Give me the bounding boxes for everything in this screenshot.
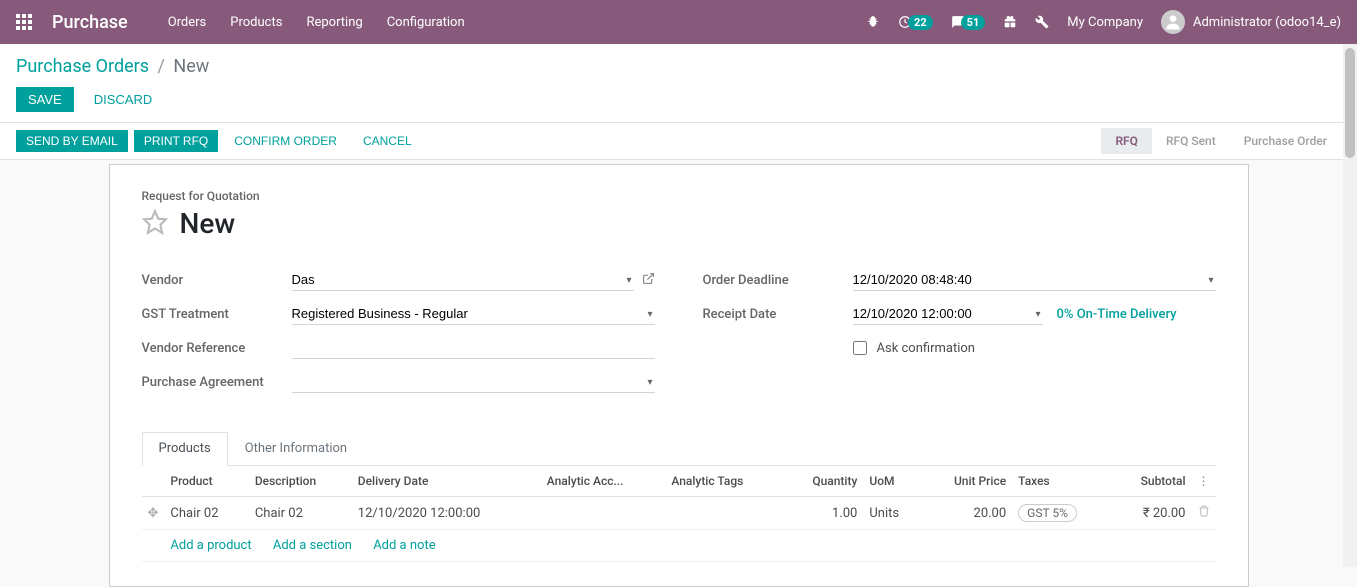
nav-configuration[interactable]: Configuration bbox=[387, 15, 465, 30]
discuss-icon[interactable]: 51 bbox=[951, 15, 986, 30]
col-description: Description bbox=[249, 466, 352, 497]
section-label: Request for Quotation bbox=[142, 189, 1216, 203]
tabs: Products Other Information bbox=[142, 432, 1216, 466]
cell-analytic-account[interactable] bbox=[541, 497, 666, 530]
breadcrumb: Purchase Orders / New bbox=[16, 56, 1341, 77]
cell-quantity[interactable]: 1.00 bbox=[783, 497, 863, 530]
priority-star-icon[interactable] bbox=[142, 209, 168, 239]
status-step-rfq-sent[interactable]: RFQ Sent bbox=[1152, 128, 1230, 154]
drag-handle-icon[interactable]: ✥ bbox=[142, 497, 165, 530]
col-analytic-tags: Analytic Tags bbox=[665, 466, 783, 497]
cell-unit-price[interactable]: 20.00 bbox=[922, 497, 1012, 530]
scrollbar-thumb[interactable] bbox=[1345, 48, 1355, 158]
add-section-link[interactable]: Add a section bbox=[273, 538, 352, 553]
discard-button[interactable]: Discard bbox=[82, 87, 165, 112]
add-note-link[interactable]: Add a note bbox=[373, 538, 435, 553]
vendor-reference-field[interactable] bbox=[292, 337, 655, 359]
order-lines-table: Product Description Delivery Date Analyt… bbox=[142, 466, 1216, 562]
tools-icon[interactable] bbox=[1035, 15, 1049, 29]
col-subtotal: Subtotal bbox=[1112, 466, 1192, 497]
tab-other-information[interactable]: Other Information bbox=[228, 432, 364, 465]
receipt-date-field[interactable] bbox=[853, 303, 1043, 325]
top-navbar: Purchase Orders Products Reporting Confi… bbox=[0, 0, 1357, 44]
cell-description[interactable]: Chair 02 bbox=[249, 497, 352, 530]
nav-reporting[interactable]: Reporting bbox=[306, 15, 362, 30]
cell-taxes[interactable]: GST 5% bbox=[1012, 497, 1111, 530]
activities-badge: 22 bbox=[908, 15, 933, 30]
on-time-delivery-link[interactable]: 0% On-Time Delivery bbox=[1057, 307, 1177, 322]
receipt-date-label: Receipt Date bbox=[703, 307, 853, 322]
user-name: Administrator (odoo14_e) bbox=[1193, 15, 1341, 30]
col-quantity: Quantity bbox=[783, 466, 863, 497]
delete-row-icon[interactable] bbox=[1192, 497, 1216, 530]
cell-subtotal: ₹ 20.00 bbox=[1112, 497, 1192, 530]
vendor-field[interactable] bbox=[292, 269, 634, 291]
purchase-agreement-label: Purchase Agreement bbox=[142, 375, 292, 390]
ask-confirmation-label: Ask confirmation bbox=[877, 341, 976, 356]
status-bar: Send by Email Print RFQ Confirm Order Ca… bbox=[0, 122, 1357, 160]
form-sheet: Request for Quotation New Vendor ▾ bbox=[109, 164, 1249, 587]
status-flow: RFQ RFQ Sent Purchase Order bbox=[1101, 128, 1341, 154]
nav-right: 22 51 My Company Administrator (odoo14_e… bbox=[866, 10, 1341, 34]
status-step-purchase-order[interactable]: Purchase Order bbox=[1230, 128, 1341, 154]
cell-analytic-tags[interactable] bbox=[665, 497, 783, 530]
print-rfq-button[interactable]: Print RFQ bbox=[134, 130, 218, 152]
gift-icon[interactable] bbox=[1003, 15, 1017, 29]
breadcrumb-sep: / bbox=[154, 56, 169, 77]
purchase-agreement-field[interactable] bbox=[292, 371, 655, 393]
tax-chip[interactable]: GST 5% bbox=[1018, 504, 1077, 522]
discuss-badge: 51 bbox=[961, 15, 986, 30]
nav-products[interactable]: Products bbox=[230, 15, 282, 30]
columns-menu-icon[interactable]: ⋮ bbox=[1198, 474, 1210, 488]
col-analytic-account: Analytic Acc... bbox=[541, 466, 666, 497]
col-unit-price: Unit Price bbox=[922, 466, 1012, 497]
status-step-rfq[interactable]: RFQ bbox=[1101, 128, 1152, 154]
send-email-button[interactable]: Send by Email bbox=[16, 130, 128, 152]
company-selector[interactable]: My Company bbox=[1067, 15, 1143, 30]
cell-delivery[interactable]: 12/10/2020 12:00:00 bbox=[352, 497, 541, 530]
breadcrumb-current: New bbox=[173, 56, 209, 77]
control-bar: Purchase Orders / New Save Discard bbox=[0, 44, 1357, 122]
external-link-icon[interactable] bbox=[642, 272, 655, 289]
app-brand[interactable]: Purchase bbox=[52, 12, 128, 33]
ask-confirmation-checkbox[interactable] bbox=[853, 341, 867, 355]
scrollbar[interactable] bbox=[1343, 44, 1357, 567]
col-uom: UoM bbox=[863, 466, 922, 497]
user-menu[interactable]: Administrator (odoo14_e) bbox=[1161, 10, 1341, 34]
debug-icon[interactable] bbox=[866, 15, 880, 29]
nav-orders[interactable]: Orders bbox=[168, 15, 207, 30]
col-taxes: Taxes bbox=[1012, 466, 1111, 497]
apps-icon[interactable] bbox=[16, 14, 32, 30]
nav-menu: Orders Products Reporting Configuration bbox=[168, 15, 866, 30]
cancel-button[interactable]: Cancel bbox=[353, 130, 422, 152]
activities-icon[interactable]: 22 bbox=[898, 15, 933, 30]
vendor-label: Vendor bbox=[142, 273, 292, 288]
cell-uom[interactable]: Units bbox=[863, 497, 922, 530]
cell-product[interactable]: Chair 02 bbox=[164, 497, 248, 530]
tab-products[interactable]: Products bbox=[142, 432, 228, 466]
order-deadline-label: Order Deadline bbox=[703, 273, 853, 288]
page-title: New bbox=[180, 207, 236, 240]
col-product: Product bbox=[164, 466, 248, 497]
confirm-order-button[interactable]: Confirm Order bbox=[224, 130, 347, 152]
add-product-link[interactable]: Add a product bbox=[170, 538, 251, 553]
vendor-ref-label: Vendor Reference bbox=[142, 341, 292, 356]
avatar-icon bbox=[1161, 10, 1185, 34]
order-deadline-field[interactable] bbox=[853, 269, 1216, 291]
col-delivery-date: Delivery Date bbox=[352, 466, 541, 497]
breadcrumb-root[interactable]: Purchase Orders bbox=[16, 56, 149, 77]
gst-treatment-field[interactable] bbox=[292, 303, 655, 325]
save-button[interactable]: Save bbox=[16, 87, 74, 112]
table-row[interactable]: ✥ Chair 02 Chair 02 12/10/2020 12:00:00 … bbox=[142, 497, 1216, 530]
gst-label: GST Treatment bbox=[142, 307, 292, 322]
